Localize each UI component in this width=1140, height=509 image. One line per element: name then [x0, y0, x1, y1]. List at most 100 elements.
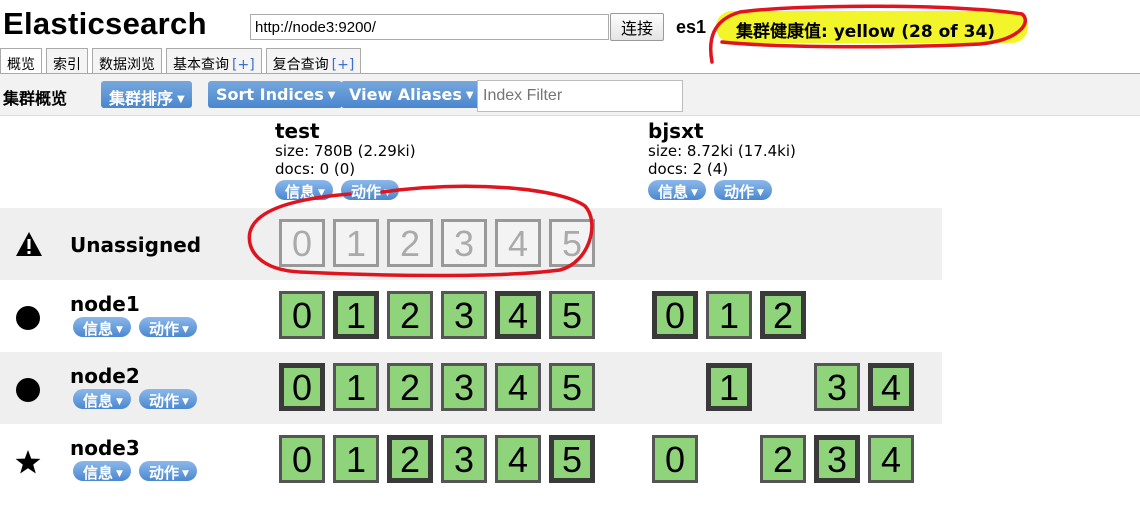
- node-action-button[interactable]: 动作 ▼: [138, 389, 197, 409]
- pill-label: 动作: [350, 183, 381, 200]
- sort-indices-button[interactable]: Sort Indices ▼: [208, 81, 343, 108]
- caret-down-icon: ▼: [181, 397, 189, 407]
- button-label: Sort Indices: [216, 85, 324, 104]
- shard-test-0[interactable]: 0: [279, 363, 325, 411]
- caret-down-icon: ▼: [177, 94, 185, 105]
- index-filter-input[interactable]: [477, 80, 683, 112]
- pill-label: 信息: [658, 183, 689, 200]
- shard-test-1[interactable]: 1: [333, 291, 379, 339]
- shard-test-2[interactable]: 2: [387, 435, 433, 483]
- shard-test-5[interactable]: 5: [549, 435, 595, 483]
- node-info-button[interactable]: 信息 ▼: [73, 317, 131, 337]
- circle-icon: [15, 305, 41, 331]
- shard-bjsxt-2[interactable]: 2: [760, 435, 806, 483]
- index-docs: docs: 0 (0): [275, 160, 356, 178]
- tab-indices[interactable]: 索引: [46, 48, 88, 74]
- shard-test-3[interactable]: 3: [441, 291, 487, 339]
- shard-test-2[interactable]: 2: [387, 291, 433, 339]
- caret-down-icon: ▼: [327, 90, 336, 101]
- shard-bjsxt-0[interactable]: 0: [652, 435, 698, 483]
- node-name: node2: [70, 364, 140, 388]
- tab-add-link[interactable]: [+]: [332, 57, 355, 73]
- pill-label: 信息: [285, 183, 316, 200]
- shard-test-4[interactable]: 4: [495, 291, 541, 339]
- shard-test-3[interactable]: 3: [441, 363, 487, 411]
- index-info-button[interactable]: 信息 ▼: [275, 180, 333, 200]
- caret-down-icon: ▼: [465, 90, 474, 101]
- node-action-button[interactable]: 动作 ▼: [138, 317, 197, 337]
- shard-test-1[interactable]: 1: [333, 363, 379, 411]
- shard-test-1[interactable]: 1: [333, 219, 379, 267]
- shard-bjsxt-3[interactable]: 3: [814, 435, 860, 483]
- shard-test-2[interactable]: 2: [387, 363, 433, 411]
- shard-test-4[interactable]: 4: [495, 435, 541, 483]
- tab-label: 概览: [7, 57, 35, 73]
- shard-test-2[interactable]: 2: [387, 219, 433, 267]
- tab-bar: 概览 索引 数据浏览 基本查询 [+] 复合查询 [+]: [0, 48, 365, 74]
- tab-add-link[interactable]: [+]: [232, 57, 255, 73]
- shard-bjsxt-3[interactable]: 3: [814, 363, 860, 411]
- view-aliases-button[interactable]: View Aliases ▼: [341, 81, 481, 108]
- caret-down-icon: ▼: [116, 325, 123, 335]
- tab-browser[interactable]: 数据浏览: [92, 48, 162, 74]
- cluster-health-text: 集群健康值: yellow (28 of 34): [736, 22, 996, 42]
- cluster-url-input[interactable]: [250, 14, 609, 40]
- caret-down-icon: ▼: [116, 469, 123, 479]
- app-title: Elasticsearch: [3, 6, 207, 41]
- tab-label: 索引: [53, 57, 81, 73]
- pill-label: 动作: [148, 392, 179, 409]
- tab-label: 基本查询: [173, 57, 229, 73]
- shard-test-4[interactable]: 4: [495, 219, 541, 267]
- index-docs: docs: 2 (4): [648, 160, 729, 178]
- shard-test-5[interactable]: 5: [549, 291, 595, 339]
- button-label: 集群排序: [109, 89, 174, 108]
- index-name: test: [275, 119, 320, 143]
- caret-down-icon: ▼: [181, 469, 189, 479]
- shard-bjsxt-0[interactable]: 0: [652, 291, 698, 339]
- shard-bjsxt-1[interactable]: 1: [706, 291, 752, 339]
- tab-overview[interactable]: 概览: [0, 48, 42, 74]
- shard-bjsxt-4[interactable]: 4: [868, 363, 914, 411]
- index-size: size: 8.72ki (17.4ki): [648, 142, 796, 160]
- node-name: node3: [70, 436, 140, 460]
- shard-test-4[interactable]: 4: [495, 363, 541, 411]
- node-row: node2 信息 ▼ 动作 ▼ 0 1 2 3 4 5 1 3 4: [0, 352, 942, 424]
- caret-down-icon: ▼: [383, 188, 391, 198]
- caret-down-icon: ▼: [116, 397, 123, 407]
- shard-bjsxt-1[interactable]: 1: [706, 363, 752, 411]
- index-action-button[interactable]: 动作 ▼: [340, 180, 399, 200]
- index-action-button[interactable]: 动作 ▼: [713, 180, 772, 200]
- node-name: node1: [70, 292, 140, 316]
- shard-bjsxt-2[interactable]: 2: [760, 291, 806, 339]
- shard-bjsxt-4[interactable]: 4: [868, 435, 914, 483]
- node-action-button[interactable]: 动作 ▼: [138, 461, 197, 481]
- shard-test-5[interactable]: 5: [549, 219, 595, 267]
- sort-cluster-button[interactable]: 集群排序 ▼: [101, 81, 192, 108]
- shard-test-5[interactable]: 5: [549, 363, 595, 411]
- index-header-test: test size: 780B (2.29ki) docs: 0 (0) 信息 ▼…: [275, 120, 416, 200]
- overview-toolbar: 集群概览 集群排序 ▼ Sort Indices ▼ View Aliases ▼: [0, 74, 1140, 116]
- index-size: size: 780B (2.29ki): [275, 142, 416, 160]
- tab-label: 数据浏览: [99, 57, 155, 73]
- index-info-button[interactable]: 信息 ▼: [648, 180, 706, 200]
- shard-test-0[interactable]: 0: [279, 291, 325, 339]
- node-info-button[interactable]: 信息 ▼: [73, 461, 131, 481]
- caret-down-icon: ▼: [318, 188, 325, 198]
- pill-label: 动作: [148, 320, 179, 337]
- pill-label: 动作: [148, 464, 179, 481]
- shard-test-0[interactable]: 0: [279, 219, 325, 267]
- node-info-button[interactable]: 信息 ▼: [73, 389, 131, 409]
- pill-label: 信息: [83, 392, 114, 409]
- shard-test-1[interactable]: 1: [333, 435, 379, 483]
- tab-label: 复合查询: [272, 57, 329, 73]
- caret-down-icon: ▼: [181, 325, 189, 335]
- shard-test-3[interactable]: 3: [441, 219, 487, 267]
- shard-test-0[interactable]: 0: [279, 435, 325, 483]
- tab-compound-query[interactable]: 复合查询 [+]: [265, 48, 362, 74]
- shard-test-3[interactable]: 3: [441, 435, 487, 483]
- header: Elasticsearch 连接 es1 集群健康值: yellow (28 o…: [0, 0, 1140, 48]
- toolbar-title: 集群概览: [3, 89, 68, 108]
- connect-button[interactable]: 连接: [610, 13, 664, 41]
- button-label: View Aliases: [349, 85, 462, 104]
- tab-basic-query[interactable]: 基本查询 [+]: [166, 48, 262, 74]
